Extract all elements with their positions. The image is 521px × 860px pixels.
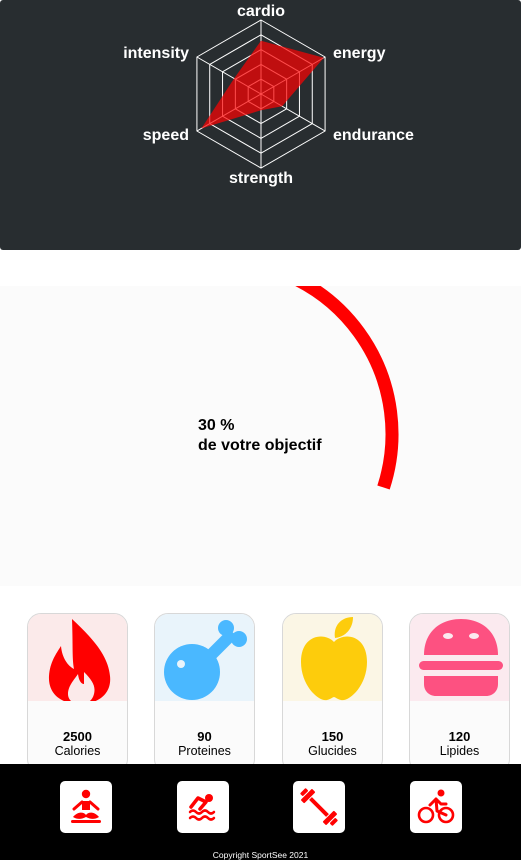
swimming-icon [188, 794, 216, 821]
radar-axis-label-intensity: intensity [123, 45, 189, 62]
cycling-button[interactable] [410, 781, 462, 833]
chicken-leg-icon [164, 620, 247, 700]
flame-icon [48, 619, 111, 701]
cycling-icon [417, 789, 455, 824]
proteines-icon-area [155, 614, 254, 701]
activity-footer: Copyright SportSee 2021 [0, 764, 521, 860]
score-progress-arc [295, 286, 399, 490]
radar-axis-label-speed: speed [143, 127, 189, 144]
glucides-value: 150 [321, 729, 344, 744]
bodybuilding-button[interactable] [293, 781, 345, 833]
proteines-value: 90 [197, 729, 212, 744]
nutrition-card-proteines: 90 Proteines [154, 613, 255, 773]
radar-axis-label-cardio: cardio [237, 3, 285, 20]
nutrition-card-calories: 2500 Calories [27, 613, 128, 773]
nutrition-card-glucides: 150 Glucides [282, 613, 383, 773]
dashboard-page: cardio energy endurance strength speed intens… [0, 0, 521, 860]
calories-icon-area [28, 614, 127, 701]
burger-icon [419, 619, 503, 696]
score-percent: 30 % [198, 417, 235, 434]
score-caption: de votre objectif [198, 437, 322, 454]
radar-axis-label-strength: strength [229, 170, 293, 187]
dumbbell-icon [300, 788, 338, 826]
calories-value: 2500 [63, 729, 92, 744]
yoga-icon [71, 789, 101, 823]
radar-axis-label-energy: energy [333, 45, 386, 62]
calories-label: Calories [54, 744, 101, 758]
lipides-value: 120 [448, 729, 471, 744]
performance-radar-card: cardio energy endurance strength speed intens… [0, 0, 521, 250]
radar-axis-label-endurance: endurance [333, 127, 414, 144]
glucides-label: Glucides [308, 744, 357, 758]
swimming-button[interactable] [177, 781, 229, 833]
score-card: 30 % de votre objectif [0, 286, 521, 586]
copyright-text: Copyright SportSee 2021 [212, 850, 309, 860]
yoga-button[interactable] [60, 781, 112, 833]
nutrition-card-lipides: 120 Lipides [409, 613, 510, 773]
apple-icon [301, 617, 367, 701]
performance-radar-chart: cardio energy endurance strength speed intens… [123, 3, 414, 187]
score-text: 30 % de votre objectif [198, 416, 322, 456]
lipides-icon-area [410, 614, 509, 701]
lipides-label: Lipides [439, 744, 480, 758]
glucides-icon-area [283, 614, 382, 701]
radar-data-area [201, 40, 324, 129]
proteines-label: Proteines [178, 744, 231, 758]
